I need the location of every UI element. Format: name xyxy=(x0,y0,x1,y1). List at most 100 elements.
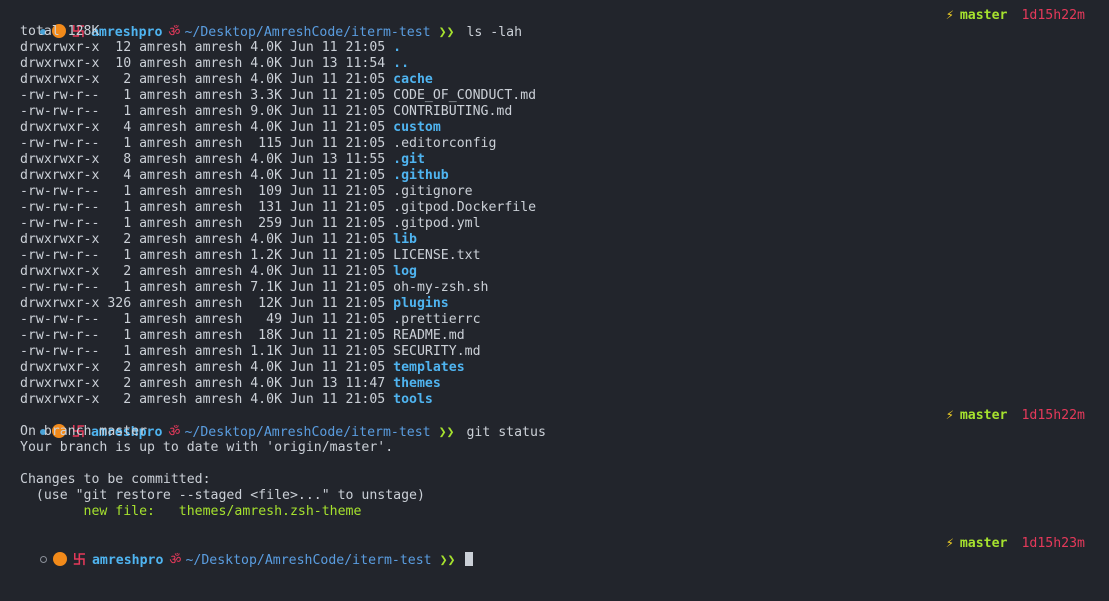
git-status-line xyxy=(0,456,1109,472)
ls-file-name: .gitignore xyxy=(393,184,473,199)
ls-entry-row: -rw-rw-r-- 1 amresh amresh 131 Jun 11 21… xyxy=(0,200,1109,216)
ls-entry-row: drwxrwxr-x 4 amresh amresh 4.0K Jun 11 2… xyxy=(0,120,1109,136)
git-status-line: (use "git restore --staged <file>..." to… xyxy=(20,488,425,503)
ls-entry-row: -rw-rw-r-- 1 amresh amresh 7.1K Jun 11 2… xyxy=(0,280,1109,296)
status-dot-icon xyxy=(39,556,47,563)
ls-entry-row: drwxrwxr-x 12 amresh amresh 4.0K Jun 11 … xyxy=(0,40,1109,56)
ls-entry-row: -rw-rw-r-- 1 amresh amresh 1.2K Jun 11 2… xyxy=(0,248,1109,264)
ls-entry-meta: -rw-rw-r-- 1 amresh amresh 9.0K Jun 11 2… xyxy=(20,104,394,119)
ls-entry-row: drwxrwxr-x 2 amresh amresh 4.0K Jun 11 2… xyxy=(0,392,1109,408)
ls-entry-meta: -rw-rw-r-- 1 amresh amresh 109 Jun 11 21… xyxy=(20,184,394,199)
ls-entry-row: drwxrwxr-x 2 amresh amresh 4.0K Jun 11 2… xyxy=(0,232,1109,248)
ls-entry-meta: -rw-rw-r-- 1 amresh amresh 49 Jun 11 21:… xyxy=(20,312,394,327)
ls-file-name: .gitpod.yml xyxy=(393,216,481,231)
ls-entry-row: -rw-rw-r-- 1 amresh amresh 259 Jun 11 21… xyxy=(0,216,1109,232)
ls-dir-name: plugins xyxy=(393,296,449,311)
ls-entry-meta: drwxrwxr-x 12 amresh amresh 4.0K Jun 11 … xyxy=(20,40,394,55)
git-status-line: Your branch is up to date with 'origin/m… xyxy=(20,440,394,455)
right-prompt: ⚡ master 1d15h22m xyxy=(946,408,1085,424)
ls-dir-name: templates xyxy=(393,360,465,375)
git-status-line: On branch master xyxy=(20,424,148,439)
ls-dir-name: .github xyxy=(393,168,449,183)
ls-entry-meta: drwxrwxr-x 326 amresh amresh 12K Jun 11 … xyxy=(20,296,394,311)
ls-entry-meta: drwxrwxr-x 2 amresh amresh 4.0K Jun 11 2… xyxy=(20,392,394,407)
ls-entry-row: drwxrwxr-x 8 amresh amresh 4.0K Jun 13 1… xyxy=(0,152,1109,168)
ls-dir-name: log xyxy=(393,264,417,279)
prompt-arrow-icon: ❯❯ xyxy=(439,553,456,568)
git-branch: master xyxy=(959,536,1008,551)
ls-file-name: .prettierrc xyxy=(393,312,481,327)
ls-entry-meta: -rw-rw-r-- 1 amresh amresh 18K Jun 11 21… xyxy=(20,328,394,343)
prompt-line: 卐 amreshpro ॐ ~/Desktop/AmreshCode/iterm-te… xyxy=(0,408,1109,440)
lightning-icon: ⚡ xyxy=(945,8,954,23)
ls-entry-meta: -rw-rw-r-- 1 amresh amresh 131 Jun 11 21… xyxy=(20,200,394,215)
text-cursor[interactable] xyxy=(465,552,474,566)
ls-file-name: CONTRIBUTING.md xyxy=(393,104,513,119)
ls-entry-meta: -rw-rw-r-- 1 amresh amresh 1.2K Jun 11 2… xyxy=(20,248,394,263)
ls-file-name: LICENSE.txt xyxy=(393,248,481,263)
ls-dir-name: lib xyxy=(393,232,417,247)
ls-entry-row: -rw-rw-r-- 1 amresh amresh 49 Jun 11 21:… xyxy=(0,312,1109,328)
ls-entry-row: -rw-rw-r-- 1 amresh amresh 3.3K Jun 11 2… xyxy=(0,88,1109,104)
ls-entry-row: drwxrwxr-x 10 amresh amresh 4.0K Jun 13 … xyxy=(0,56,1109,72)
ls-dir-name: tools xyxy=(393,392,433,407)
ls-dir-name: . xyxy=(393,40,402,55)
ls-entry-meta: drwxrwxr-x 4 amresh amresh 4.0K Jun 11 2… xyxy=(20,120,394,135)
staged-file: themes/amresh.zsh-theme xyxy=(178,504,362,519)
ls-dir-name: .git xyxy=(393,152,425,167)
git-status-line: Changes to be committed: xyxy=(20,472,211,487)
git-branch: master xyxy=(959,8,1008,23)
terminal-output: 卐 amreshpro ॐ ~/Desktop/AmreshCode/iterm-te… xyxy=(0,8,1109,568)
ls-entry-row: -rw-rw-r-- 1 amresh amresh 115 Jun 11 21… xyxy=(0,136,1109,152)
ls-file-name: .editorconfig xyxy=(393,136,497,151)
orange-circle-icon xyxy=(52,552,67,566)
ls-entry-meta: drwxrwxr-x 10 amresh amresh 4.0K Jun 13 … xyxy=(20,56,394,71)
prompt-user: amreshpro xyxy=(91,553,164,568)
ls-entry-row: drwxrwxr-x 2 amresh amresh 4.0K Jun 11 2… xyxy=(0,72,1109,88)
ls-file-name: oh-my-zsh.sh xyxy=(393,280,489,295)
ls-file-name: .gitpod.Dockerfile xyxy=(393,200,537,215)
ls-entry-row: drwxrwxr-x 326 amresh amresh 12K Jun 11 … xyxy=(0,296,1109,312)
ls-entry-row: drwxrwxr-x 2 amresh amresh 4.0K Jun 13 1… xyxy=(0,376,1109,392)
right-prompt: ⚡ master 1d15h23m xyxy=(946,536,1085,552)
ls-entry-meta: -rw-rw-r-- 1 amresh amresh 7.1K Jun 11 2… xyxy=(20,280,394,295)
ls-entry-row: drwxrwxr-x 2 amresh amresh 4.0K Jun 11 2… xyxy=(0,360,1109,376)
ls-dir-name: cache xyxy=(393,72,433,87)
ls-entry-meta: drwxrwxr-x 4 amresh amresh 4.0K Jun 11 2… xyxy=(20,168,394,183)
ls-entry-meta: drwxrwxr-x 2 amresh amresh 4.0K Jun 11 2… xyxy=(20,232,394,247)
session-time: 1d15h23m xyxy=(1021,536,1085,551)
session-time: 1d15h22m xyxy=(1021,408,1085,423)
ls-entry-row: drwxrwxr-x 4 amresh amresh 4.0K Jun 11 2… xyxy=(0,168,1109,184)
right-prompt: ⚡ master 1d15h22m xyxy=(946,8,1085,24)
ls-file-name: README.md xyxy=(393,328,465,343)
ls-entry-meta: drwxrwxr-x 8 amresh amresh 4.0K Jun 13 1… xyxy=(20,152,394,167)
session-time: 1d15h22m xyxy=(1021,8,1085,23)
ls-entry-row: drwxrwxr-x 2 amresh amresh 4.0K Jun 11 2… xyxy=(0,264,1109,280)
ls-entry-row: -rw-rw-r-- 1 amresh amresh 9.0K Jun 11 2… xyxy=(0,104,1109,120)
ls-entry-meta: drwxrwxr-x 2 amresh amresh 4.0K Jun 11 2… xyxy=(20,360,394,375)
prompt-line: 卐 amreshpro ॐ ~/Desktop/AmreshCode/iterm-te… xyxy=(0,8,1109,40)
ls-entries: drwxrwxr-x 12 amresh amresh 4.0K Jun 11 … xyxy=(0,40,1109,408)
ls-dir-name: themes xyxy=(393,376,441,391)
ls-entry-meta: -rw-rw-r-- 1 amresh amresh 259 Jun 11 21… xyxy=(20,216,394,231)
ls-entry-meta: -rw-rw-r-- 1 amresh amresh 3.3K Jun 11 2… xyxy=(20,88,394,103)
ls-entry-meta: drwxrwxr-x 2 amresh amresh 4.0K Jun 13 1… xyxy=(20,376,394,391)
lightning-icon: ⚡ xyxy=(945,536,954,551)
prompt-path: ~/Desktop/AmreshCode/iterm-test xyxy=(185,553,432,568)
ls-entry-meta: -rw-rw-r-- 1 amresh amresh 115 Jun 11 21… xyxy=(20,136,394,151)
ls-dir-name: .. xyxy=(393,56,410,71)
ls-dir-name: custom xyxy=(393,120,441,135)
active-prompt-line[interactable]: 卐 amreshpro ॐ ~/Desktop/AmreshCode/iterm-te… xyxy=(0,536,1109,568)
ls-entry-meta: drwxrwxr-x 2 amresh amresh 4.0K Jun 11 2… xyxy=(20,264,394,279)
ls-file-name: SECURITY.md xyxy=(393,344,481,359)
ls-entry-row: -rw-rw-r-- 1 amresh amresh 109 Jun 11 21… xyxy=(0,184,1109,200)
staged-file-line: new file: themes/amresh.zsh-theme xyxy=(0,504,1109,520)
om-icon: ॐ xyxy=(169,553,182,568)
ls-entry-row: -rw-rw-r-- 1 amresh amresh 18K Jun 11 21… xyxy=(0,328,1109,344)
git-branch: master xyxy=(959,408,1008,423)
ls-total: total 128K xyxy=(20,24,100,39)
swastika-icon: 卐 xyxy=(72,553,86,568)
ls-entry-meta: drwxrwxr-x 2 amresh amresh 4.0K Jun 11 2… xyxy=(20,72,394,87)
lightning-icon: ⚡ xyxy=(945,408,954,423)
